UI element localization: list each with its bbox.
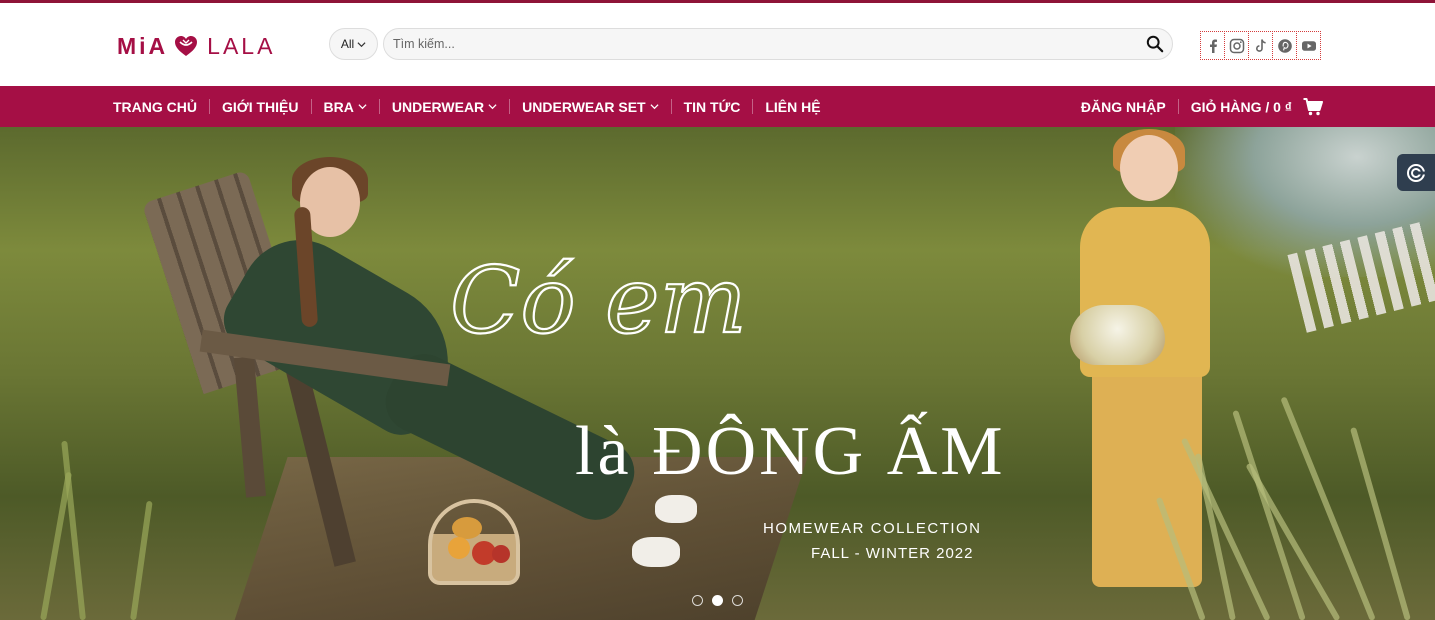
hero-grass <box>130 500 153 620</box>
facebook-icon[interactable] <box>1200 31 1225 60</box>
nav-divider <box>378 99 380 114</box>
chevron-down-icon <box>488 104 497 110</box>
hero-model-right-head <box>1120 135 1178 201</box>
hero-script-title: Có em <box>449 246 748 352</box>
hero-headline: là ĐÔNG ẤM <box>575 413 1006 490</box>
nav-divider <box>670 99 672 114</box>
tiktok-icon[interactable] <box>1248 31 1273 60</box>
hero-caption: Có em là ĐÔNG ẤM HOMEWEAR COLLECTION FAL… <box>440 222 1003 582</box>
nav-item-home[interactable]: TRANG CHỦ <box>113 99 197 115</box>
nav-item-news[interactable]: TIN TỨC <box>684 99 741 115</box>
widget-icon <box>1407 163 1425 182</box>
nav-divider <box>1177 99 1179 114</box>
nav-item-contact[interactable]: LIÊN HỆ <box>765 99 820 115</box>
logo-text-right: LALA <box>207 32 276 59</box>
nav-divider <box>209 99 210 114</box>
hero-subtitle-collection: HOMEWEAR COLLECTION <box>763 520 982 537</box>
logo-heart-icon <box>175 36 198 56</box>
chevron-down-icon <box>650 104 659 110</box>
youtube-icon[interactable] <box>1296 31 1321 60</box>
nav-item-about[interactable]: GIỚI THIỆU <box>222 99 299 115</box>
hero-chair-leg <box>233 356 267 498</box>
svg-text:Có em: Có em <box>450 247 747 352</box>
cart-label: GIỎ HÀNG / 0 ₫ <box>1190 98 1292 115</box>
brand-logo[interactable]: MiA LALA <box>117 31 275 61</box>
search-bar: All <box>329 28 1173 60</box>
cart-icon <box>1303 97 1323 115</box>
hero-grass <box>1232 409 1306 620</box>
nav-divider <box>509 99 511 114</box>
main-navigation: TRANG CHỦ GIỚI THIỆU BRA UNDERWEAR UNDER… <box>0 86 1435 127</box>
site-header: MiA LALA All <box>0 3 1435 86</box>
nav-label: LIÊN HỆ <box>765 98 821 115</box>
nav-label: GIỚI THIỆU <box>222 98 299 115</box>
search-category-select[interactable]: All <box>329 28 378 60</box>
nav-item-underwear-set[interactable]: UNDERWEAR SET <box>522 98 659 115</box>
nav-label: BRA <box>323 98 354 115</box>
slider-dot-3[interactable] <box>732 595 743 606</box>
search-category-value: All <box>340 37 355 51</box>
cart-link[interactable]: GIỎ HÀNG / 0 ₫ <box>1190 97 1323 116</box>
hero-model-right-legs <box>1092 367 1202 587</box>
chevron-down-icon <box>357 41 366 47</box>
social-links <box>1200 31 1321 60</box>
login-label: ĐĂNG NHẬP <box>1080 98 1166 115</box>
chevron-down-icon <box>358 104 367 110</box>
slider-dots <box>692 595 743 606</box>
nav-item-underwear[interactable]: UNDERWEAR <box>392 99 497 115</box>
hero-grass <box>61 440 86 620</box>
instagram-icon[interactable] <box>1224 31 1249 60</box>
search-input[interactable] <box>384 29 1124 59</box>
slider-dot-1[interactable] <box>692 595 703 606</box>
search-field <box>383 28 1173 60</box>
nav-label: TRANG CHỦ <box>113 98 197 115</box>
nav-label: TIN TỨC <box>683 98 741 115</box>
login-link[interactable]: ĐĂNG NHẬP <box>1081 99 1166 115</box>
hero-flower-basket <box>1070 305 1165 365</box>
pinterest-icon[interactable] <box>1272 31 1297 60</box>
logo-text-left: MiA <box>117 32 169 59</box>
nav-label: UNDERWEAR <box>391 98 485 115</box>
nav-divider <box>752 99 754 114</box>
hero-slider[interactable]: Có em là ĐÔNG ẤM HOMEWEAR COLLECTION FAL… <box>0 127 1435 620</box>
search-icon[interactable] <box>1146 35 1164 53</box>
floating-widget-button[interactable] <box>1397 154 1435 191</box>
nav-item-bra[interactable]: BRA <box>324 99 367 115</box>
nav-label: UNDERWEAR SET <box>522 98 646 115</box>
nav-divider <box>310 99 312 114</box>
hero-subtitle-season: FALL - WINTER 2022 <box>811 545 974 562</box>
slider-dot-2[interactable] <box>712 595 723 606</box>
